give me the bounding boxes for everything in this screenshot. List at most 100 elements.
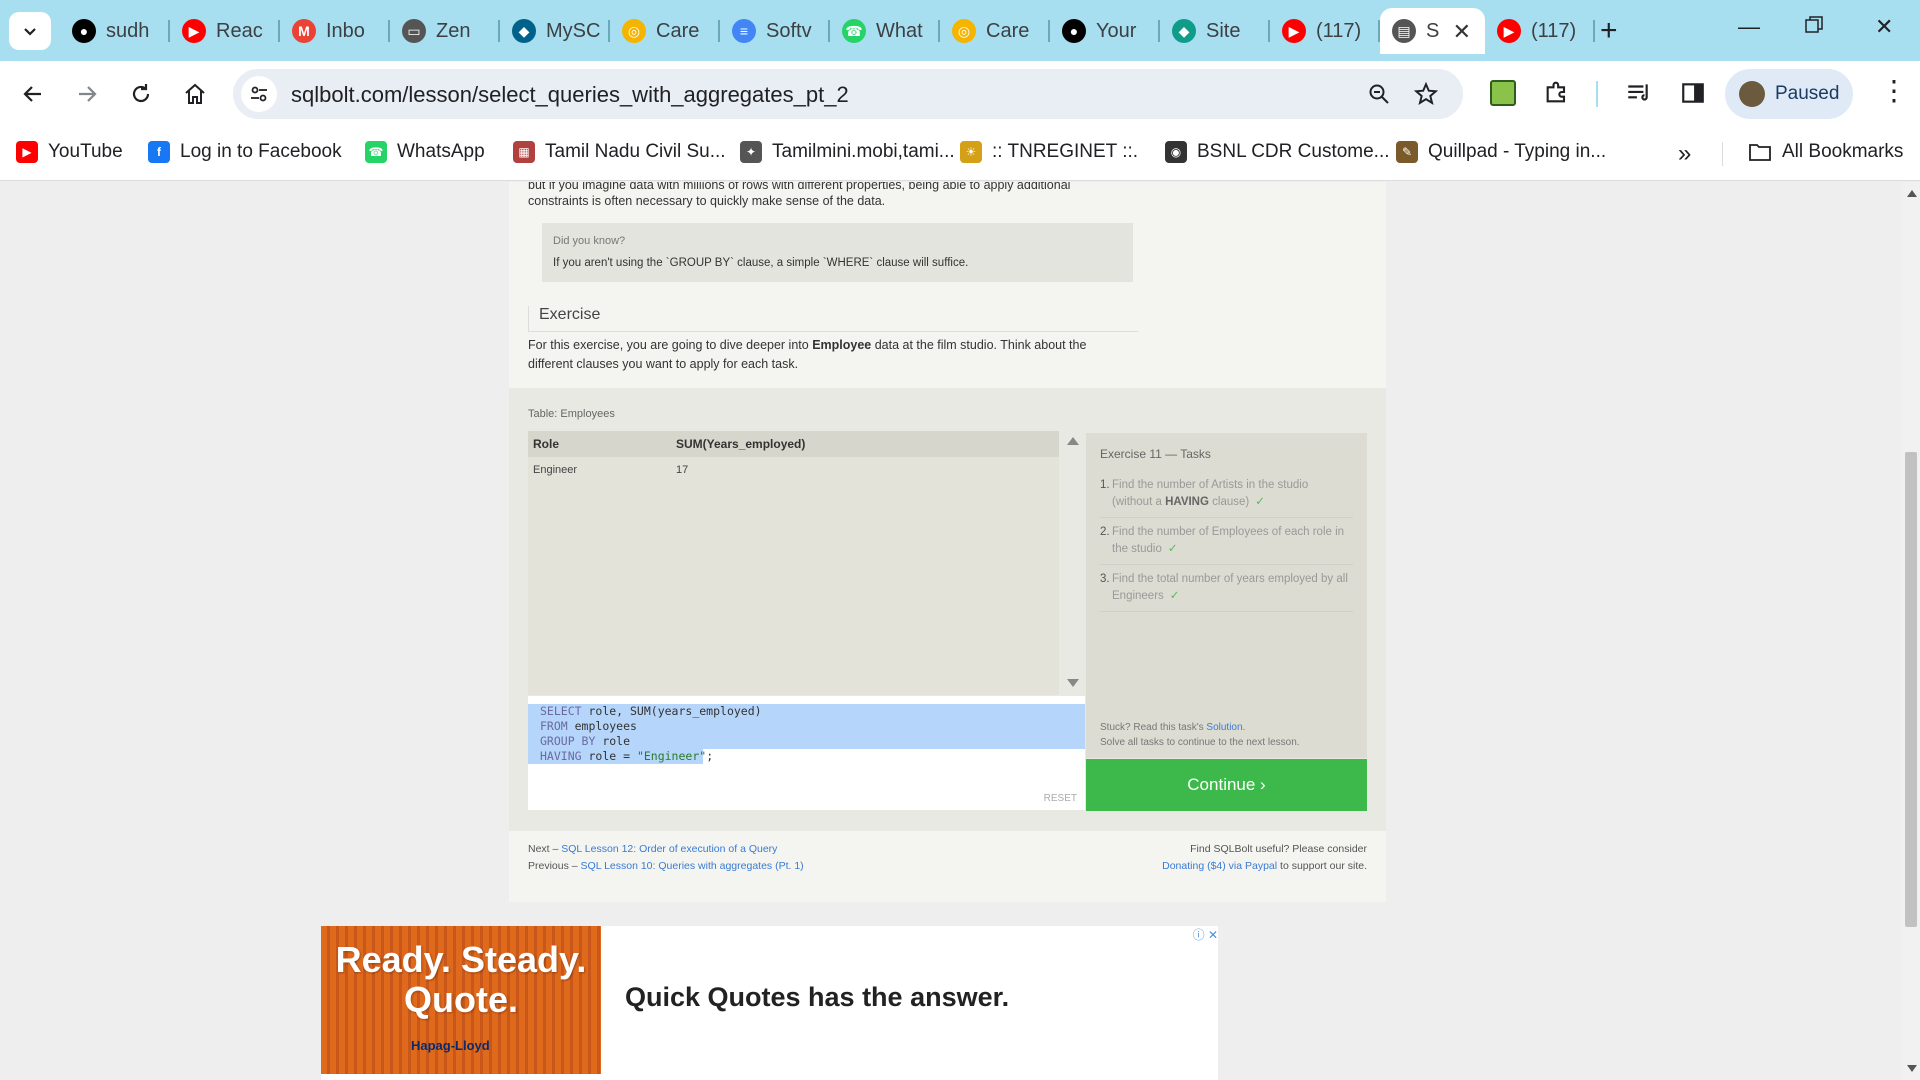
- tab-title: (117): [1531, 19, 1577, 42]
- url-text[interactable]: sqlbolt.com/lesson/select_queries_with_a…: [291, 82, 849, 108]
- bookmark-label: Tamil Nadu Civil Su...: [545, 141, 726, 162]
- bookmarks-bar: ▶ YouTube f Log in to Facebook ☎ WhatsApp ▦ Tam…: [0, 128, 1920, 181]
- scroll-up-icon[interactable]: [1907, 190, 1917, 197]
- arrow-right-icon: [79, 86, 97, 102]
- advertisement[interactable]: Ready. Steady. Quote. Hapag-Lloyd Quick …: [321, 926, 1218, 1080]
- page-scrollbar[interactable]: [1902, 182, 1920, 1080]
- more-bookmarks-icon[interactable]: »: [1678, 140, 1691, 168]
- all-bookmarks-button[interactable]: All Bookmarks: [1748, 141, 1903, 163]
- reading-list-icon[interactable]: [1625, 80, 1651, 111]
- bookmark-label: YouTube: [48, 141, 123, 162]
- gmail-icon: M: [292, 19, 316, 43]
- check-icon: ✓: [1255, 496, 1265, 508]
- address-bar[interactable]: sqlbolt.com/lesson/select_queries_with_a…: [233, 69, 1463, 119]
- bookmark-star-icon[interactable]: [1413, 81, 1439, 112]
- extension-icon[interactable]: [1490, 80, 1516, 106]
- table-cell: 17: [676, 464, 689, 476]
- bookmark-item[interactable]: ✦ Tamilmini.mobi,tami...: [740, 141, 955, 163]
- scroll-thumb[interactable]: [1905, 452, 1917, 927]
- donate-line2: Donating ($4) via Paypal to support our …: [1162, 858, 1367, 875]
- bookmarks-divider: [1722, 142, 1723, 166]
- exercise-description-line1: For this exercise, you are going to dive…: [528, 335, 1086, 355]
- task-text-line1: Find the number of Employees of each rol…: [1112, 526, 1345, 538]
- scroll-up-icon[interactable]: [1067, 437, 1079, 445]
- toolbar-divider: [1596, 81, 1598, 107]
- restore-button[interactable]: [1805, 14, 1823, 40]
- exercise-heading: Exercise: [528, 306, 1138, 332]
- tab-2[interactable]: M Inbo: [280, 8, 390, 54]
- tab-5[interactable]: ◎ Care: [610, 8, 720, 54]
- side-panel-icon[interactable]: [1680, 80, 1706, 111]
- tab-0[interactable]: ● sudh: [60, 8, 170, 54]
- extensions-puzzle-icon[interactable]: [1543, 78, 1571, 111]
- menu-dots-icon[interactable]: ⋮: [1880, 77, 1908, 105]
- tab-title: sudh: [106, 19, 150, 42]
- bookmark-item[interactable]: ☎ WhatsApp: [365, 141, 485, 163]
- task-text-line1: Find the number of Artists in the studio: [1112, 479, 1309, 491]
- code-keyword: HAVING: [540, 749, 582, 763]
- next-lesson-link[interactable]: SQL Lesson 12: Order of execution of a Q…: [561, 843, 777, 855]
- tab-strip: ● sudh ▶ Reac M Inbo ▭ Zen ◆ MySC ◎ Care ≡ Softv ☎ What…: [0, 0, 1920, 61]
- back-button[interactable]: [16, 77, 50, 111]
- ad-choices-icon[interactable]: ⓘ ✕: [1193, 926, 1218, 943]
- column-header-role: Role: [533, 437, 560, 451]
- reset-button[interactable]: RESET: [1044, 793, 1077, 804]
- profile-button[interactable]: Paused: [1725, 69, 1853, 119]
- sql-editor[interactable]: SELECT role, SUM(years_employed) FROM em…: [528, 696, 1085, 810]
- tab-list: ● sudh ▶ Reac M Inbo ▭ Zen ◆ MySC ◎ Care ≡ Softv ☎ What…: [60, 8, 1595, 54]
- tab-6[interactable]: ≡ Softv: [720, 8, 830, 54]
- scroll-down-icon[interactable]: [1907, 1065, 1917, 1072]
- new-tab-button[interactable]: +: [1600, 14, 1618, 48]
- continue-button[interactable]: Continue ›: [1086, 759, 1367, 811]
- youtube-icon: ▶: [1282, 19, 1306, 43]
- scroll-down-icon[interactable]: [1067, 679, 1079, 687]
- bookmark-item[interactable]: f Log in to Facebook: [148, 141, 342, 163]
- task-text-line2: the studio: [1112, 543, 1162, 555]
- tab-4[interactable]: ◆ MySC: [500, 8, 610, 54]
- task-number: 2.: [1100, 526, 1110, 538]
- column-header-sum: SUM(Years_employed): [676, 437, 806, 451]
- bookmark-item[interactable]: ◉ BSNL CDR Custome...: [1165, 141, 1390, 163]
- bookmark-item[interactable]: ✎ Quillpad - Typing in...: [1396, 141, 1606, 163]
- minimize-button[interactable]: —: [1738, 14, 1760, 40]
- site-info-button[interactable]: [241, 76, 277, 112]
- result-scrollbar[interactable]: [1062, 431, 1084, 695]
- restore-icon: [1805, 16, 1823, 33]
- arrow-left-icon: [23, 86, 41, 102]
- did-you-know-body: If you aren't using the `GROUP BY` claus…: [553, 257, 969, 269]
- task-item: 2. Find the number of Employees of each r…: [1100, 518, 1353, 565]
- tab-title: Care: [986, 19, 1030, 42]
- ad-image[interactable]: Ready. Steady. Quote. Hapag-Lloyd: [321, 926, 601, 1074]
- tab-9[interactable]: ● Your: [1050, 8, 1160, 54]
- database-icon: ▤: [1392, 19, 1416, 43]
- tab-13[interactable]: ▶ (117): [1485, 8, 1595, 54]
- close-tab-icon[interactable]: ✕: [1453, 19, 1471, 45]
- previous-lesson-link[interactable]: SQL Lesson 10: Queries with aggregates (…: [581, 860, 804, 872]
- tab-7[interactable]: ☎ What: [830, 8, 940, 54]
- zoom-icon[interactable]: [1367, 82, 1391, 111]
- emblem-icon: ☀: [960, 141, 982, 163]
- forward-button[interactable]: [70, 77, 104, 111]
- tune-icon: [251, 86, 267, 102]
- tab-11[interactable]: ▶ (117): [1270, 8, 1380, 54]
- tab-1[interactable]: ▶ Reac: [170, 8, 280, 54]
- tab-search-button[interactable]: [9, 12, 51, 50]
- close-window-button[interactable]: ✕: [1875, 14, 1893, 40]
- code-text: ;: [706, 749, 714, 763]
- tab-title: S: [1426, 19, 1440, 42]
- solution-link[interactable]: Solution: [1206, 722, 1242, 733]
- tab-8[interactable]: ◎ Care: [940, 8, 1050, 54]
- bookmark-item[interactable]: ☀:: TNREGINET ::.: [960, 141, 1138, 163]
- tab-3[interactable]: ▭ Zen: [390, 8, 500, 54]
- reload-button[interactable]: [124, 77, 158, 111]
- ad-text[interactable]: Quick Quotes has the answer.: [625, 982, 1009, 1013]
- next-label: Next –: [528, 843, 562, 855]
- tab-10[interactable]: ◆ Site: [1160, 8, 1270, 54]
- home-button[interactable]: [178, 77, 212, 111]
- exercise-text-bold: Employee: [812, 338, 872, 352]
- tab-12[interactable]: ▤ S ✕: [1380, 8, 1485, 54]
- code-line-4: HAVING role = "Engineer";: [528, 749, 713, 764]
- bookmark-item[interactable]: ▦ Tamil Nadu Civil Su...: [513, 141, 726, 163]
- donate-link[interactable]: Donating ($4) via Paypal: [1162, 860, 1277, 872]
- bookmark-item[interactable]: ▶ YouTube: [16, 141, 123, 163]
